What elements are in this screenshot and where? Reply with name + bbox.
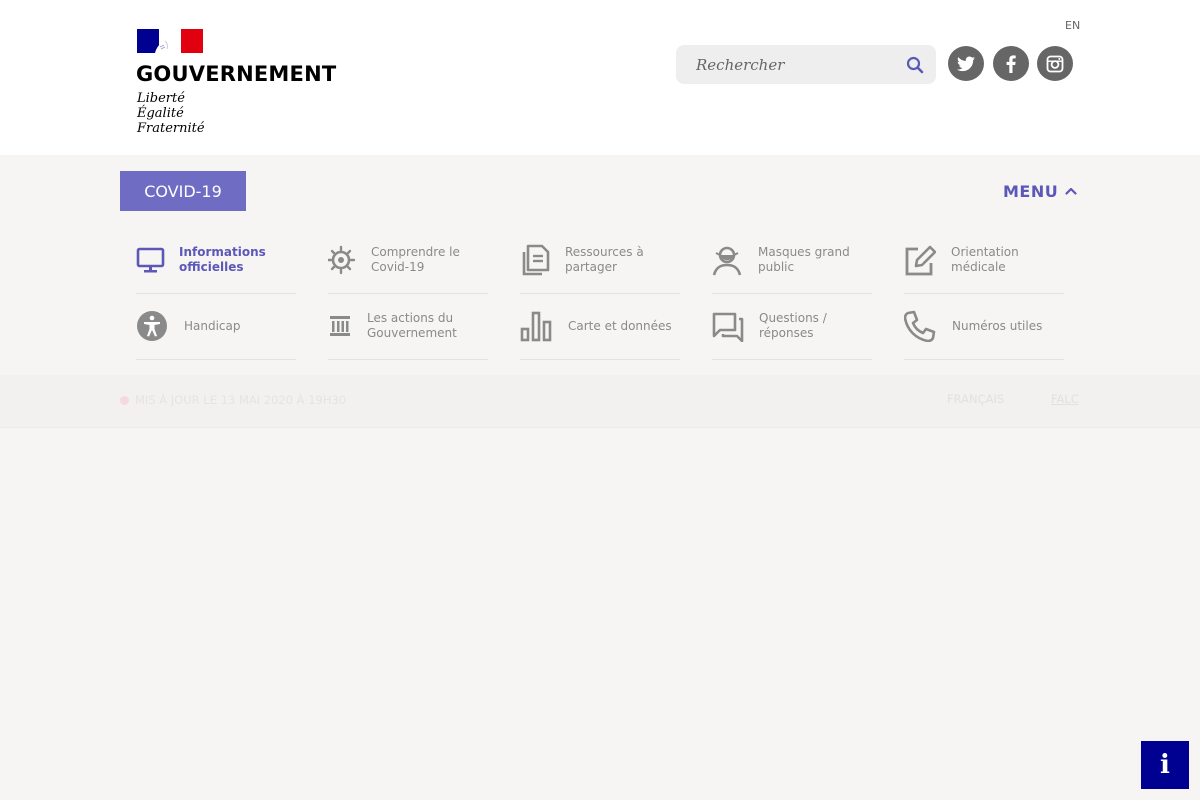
chat-icon <box>712 312 744 342</box>
menu-item-masques-grand-public[interactable]: Masques grand public <box>712 228 872 294</box>
motto-line: Égalité <box>137 106 184 121</box>
menu-item-carte-et-donnees[interactable]: Carte et données <box>520 294 680 360</box>
menu-item-informations-officielles[interactable]: Informations officielles <box>136 228 296 294</box>
live-status-dot <box>120 396 129 405</box>
bar-chart-icon <box>520 311 552 342</box>
menu-item-numeros-utiles[interactable]: Numéros utiles <box>904 294 1064 360</box>
menu-item-comprendre-covid[interactable]: Comprendre le Covid-19 <box>328 228 488 294</box>
menu-item-label: Les actions du Gouvernement <box>367 311 457 340</box>
menu-item-label: Handicap <box>184 319 241 333</box>
edit-icon <box>905 245 936 276</box>
accessibility-icon <box>137 311 167 341</box>
twitter-button[interactable] <box>948 46 984 81</box>
facebook-icon <box>1006 54 1016 73</box>
menu-item-label: Orientation médicale <box>951 245 1019 274</box>
virus-icon <box>328 245 356 275</box>
last-update-text: Mis à jour le 13 mai 2020 à 19h30 <box>135 393 347 407</box>
chevron-up-icon <box>1065 187 1077 195</box>
menu-toggle-button[interactable]: MENU <box>1003 180 1077 202</box>
instagram-button[interactable] <box>1037 46 1073 81</box>
menu-item-label: Numéros utiles <box>952 319 1043 333</box>
instagram-icon <box>1046 55 1064 72</box>
motto-line: Liberté <box>137 91 185 106</box>
menu-label: MENU <box>1003 181 1059 201</box>
menu-item-actions-gouvernement[interactable]: Les actions du Gouvernement <box>328 294 488 360</box>
marianne-flag-icon <box>137 29 203 53</box>
info-button[interactable]: i <box>1141 741 1189 789</box>
facebook-button[interactable] <box>993 46 1029 81</box>
search-box <box>676 45 936 84</box>
twitter-icon <box>957 56 975 71</box>
gouvernement-logo[interactable]: GOUVERNEMENT Liberté Égalité Fraternité <box>136 29 356 139</box>
documents-icon <box>522 244 550 276</box>
menu-item-label: Questions / réponses <box>759 311 827 340</box>
language-falc-link[interactable]: FALC <box>1051 392 1079 406</box>
search-icon <box>906 56 924 74</box>
language-switch-en[interactable]: EN <box>1065 19 1080 32</box>
language-francais-link[interactable]: Français <box>947 392 1004 406</box>
menu-item-ressources-a-partager[interactable]: Ressources à partager <box>520 228 680 294</box>
site-header: GOUVERNEMENT Liberté Égalité Fraternité … <box>0 0 1200 155</box>
menu-item-label: Masques grand public <box>758 245 850 274</box>
republic-motto: Liberté Égalité Fraternité <box>137 91 205 136</box>
menu-item-handicap[interactable]: Handicap <box>136 294 296 360</box>
menu-item-label: Carte et données <box>568 319 672 333</box>
government-building-icon <box>330 316 350 336</box>
phone-icon <box>904 310 936 342</box>
menu-item-questions-reponses[interactable]: Questions / réponses <box>712 294 872 360</box>
covid-19-button[interactable]: COVID-19 <box>120 171 246 211</box>
menu-item-label: Ressources à partager <box>565 245 644 274</box>
menu-item-label: Informations officielles <box>179 245 266 274</box>
menu-item-label: Comprendre le Covid-19 <box>371 245 460 274</box>
motto-line: Fraternité <box>137 121 205 136</box>
mask-icon <box>712 246 742 276</box>
monitor-icon <box>136 247 165 273</box>
menu-item-orientation-medicale[interactable]: Orientation médicale <box>904 228 1064 294</box>
search-button[interactable] <box>905 55 925 75</box>
search-input[interactable] <box>676 45 901 84</box>
logo-wordmark: GOUVERNEMENT <box>136 62 337 86</box>
